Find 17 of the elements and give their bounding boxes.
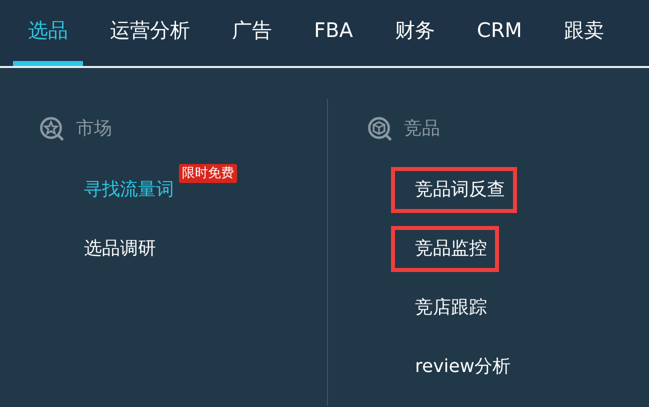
nav-tab[interactable]: 财务 xyxy=(380,0,450,66)
cube-search-icon xyxy=(366,115,392,141)
menu-item[interactable]: review分析 xyxy=(391,344,523,390)
nav-tab[interactable]: FBA xyxy=(299,0,368,66)
nav-tab[interactable]: 运营分析 xyxy=(95,0,205,66)
nav-tab[interactable]: 选品 xyxy=(13,0,83,66)
star-search-icon xyxy=(38,115,64,141)
menu-item[interactable]: 竞店跟踪 xyxy=(391,285,499,331)
nav-tab[interactable]: 广告 xyxy=(217,0,287,66)
nav-tab[interactable]: 跟卖 xyxy=(549,0,620,66)
menu-item[interactable]: 竞品监控 xyxy=(391,226,499,272)
section-title: 市场 xyxy=(76,116,112,140)
nav-tab[interactable]: CRM xyxy=(462,0,538,66)
section-title: 竞品 xyxy=(404,116,440,140)
menu-item[interactable]: 选品调研 xyxy=(60,226,168,272)
menu-item[interactable]: 竞品词反查 xyxy=(391,167,517,213)
free-tag: 限时免费 xyxy=(179,164,237,183)
